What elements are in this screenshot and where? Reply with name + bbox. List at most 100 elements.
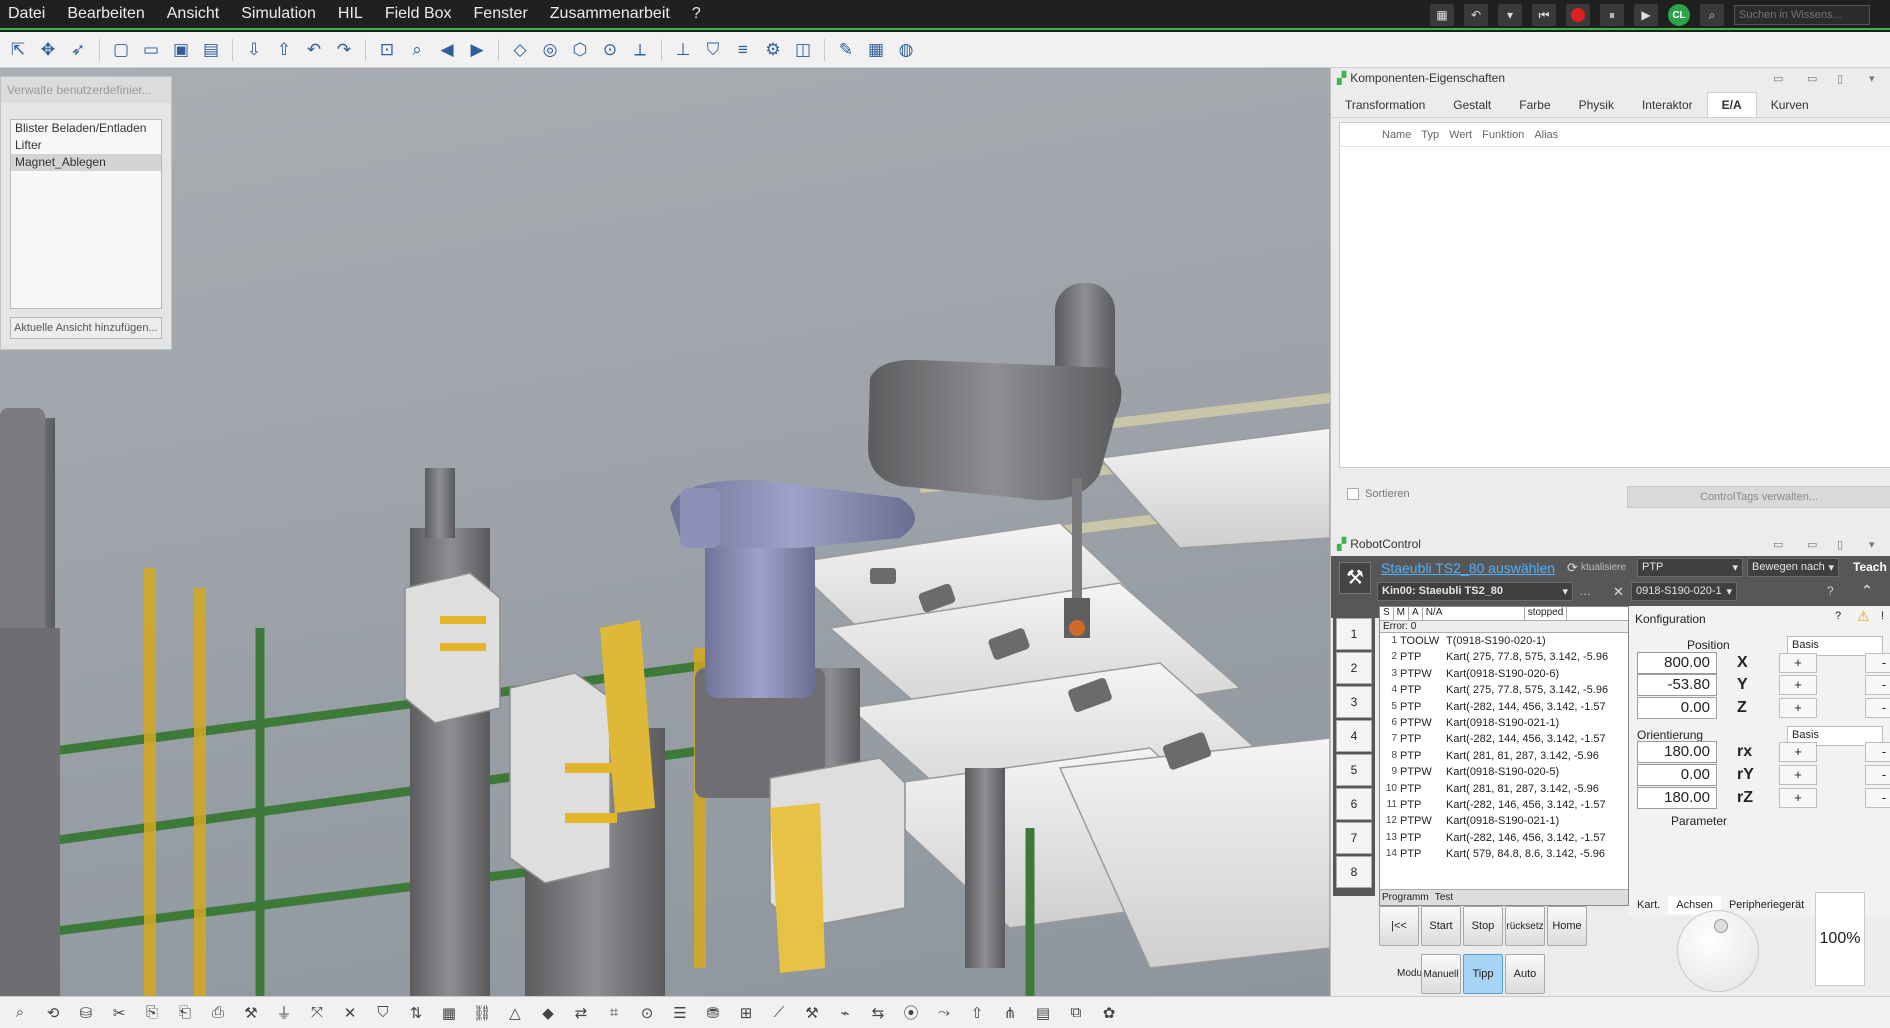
minimize-icon[interactable]: ▭ (1807, 538, 1817, 551)
stop-button[interactable]: Stop (1463, 906, 1503, 946)
bucket-icon[interactable]: ⛉ (371, 1002, 395, 1024)
redo-icon[interactable]: ↷ (332, 38, 356, 62)
axis-plus-button[interactable]: + (1779, 698, 1817, 718)
target-select[interactable]: 0918-S190-020-1 ▾ (1631, 582, 1737, 601)
align-icon[interactable]: ≡ (731, 38, 755, 62)
program-line[interactable]: 8 PTP Kart( 281, 81, 287, 3.142, -5.96 (1380, 748, 1628, 764)
skip-back-icon[interactable]: ⏮ (1532, 4, 1556, 26)
arrow-left-icon[interactable]: ◀ (435, 38, 459, 62)
manual-mode-button[interactable]: Manuell (1421, 954, 1461, 994)
more-icon[interactable]: … (1579, 584, 1591, 598)
axis-minus-button[interactable]: - (1865, 653, 1890, 673)
sort-icon[interactable]: ⇅ (404, 1002, 428, 1024)
auto-mode-button[interactable]: Auto (1505, 954, 1545, 994)
connect-icon[interactable]: ⇄ (569, 1002, 593, 1024)
transform-icon[interactable]: ⤧ (305, 1002, 329, 1024)
jog-mode-button[interactable]: Tipp (1463, 954, 1503, 994)
select-robot-link[interactable]: Staeubli TS2_80 auswählen (1381, 560, 1555, 576)
link-icon[interactable]: ⛓ (470, 1002, 494, 1024)
shield-icon[interactable]: ⛉ (701, 38, 725, 62)
undo-icon[interactable]: ↶ (302, 38, 326, 62)
layout-icon[interactable]: ▦ (1430, 4, 1454, 26)
help-icon[interactable]: ? (1835, 610, 1841, 622)
reset-button[interactable]: rücksetz (1505, 906, 1545, 946)
pick-icon[interactable]: ➶ (66, 38, 90, 62)
program-line[interactable]: 9 PTPW Kart(0918-S190-020-5) (1380, 764, 1628, 780)
axis-plus-button[interactable]: + (1779, 675, 1817, 695)
layout-icon[interactable]: ▦ (864, 38, 888, 62)
avatar[interactable]: CL (1668, 4, 1690, 26)
start-button[interactable]: Start (1421, 906, 1461, 946)
sort-toggle[interactable]: Sortieren (1347, 488, 1410, 500)
program-selector[interactable]: Programm Test (1380, 889, 1628, 905)
chart-icon[interactable]: ⟋ (767, 1002, 791, 1024)
refresh-icon[interactable]: ⟳ (1567, 560, 1578, 576)
record-button[interactable] (1566, 4, 1590, 26)
measure-icon[interactable]: ⟂ (628, 38, 652, 62)
column-type[interactable]: Typ (1421, 129, 1439, 141)
sphere-icon[interactable]: ◎ (538, 38, 562, 62)
column-function[interactable]: Funktion (1482, 129, 1524, 141)
sensor-icon[interactable]: ⦿ (899, 1002, 923, 1024)
program-line[interactable]: 13 PTP Kart(-282, 146, 456, 3.142, -1.57 (1380, 830, 1628, 846)
axis-plus-button[interactable]: + (1779, 788, 1817, 808)
menu-hil[interactable]: HIL (327, 0, 374, 29)
axis-value-field[interactable]: 0.00 (1637, 697, 1717, 719)
program-line[interactable]: 4 PTP Kart( 275, 77.8, 575, 3.142, -5.96 (1380, 682, 1628, 698)
slot-2[interactable]: 2 (1336, 652, 1372, 684)
menu-help[interactable]: ? (681, 0, 712, 29)
select-icon[interactable]: ⇱ (6, 38, 30, 62)
move-to-select[interactable]: Bewegen nach ▾ (1747, 558, 1839, 577)
chevron-down-icon[interactable]: ▾ (1498, 4, 1522, 26)
axis-value-field[interactable]: 800.00 (1637, 652, 1717, 674)
list-item[interactable]: Lifter (11, 137, 161, 154)
import-icon[interactable]: ⇩ (242, 38, 266, 62)
save-all-icon[interactable]: ▤ (199, 38, 223, 62)
box-icon[interactable]: ◇ (508, 38, 532, 62)
move-icon[interactable]: ✥ (36, 38, 60, 62)
filter-icon[interactable]: ⏚ (272, 1002, 296, 1024)
info-icon[interactable]: ! (1881, 610, 1884, 622)
zoom-icon[interactable]: ⌕ (8, 1002, 32, 1024)
tab-color[interactable]: Farbe (1505, 93, 1564, 117)
palette-icon[interactable]: ✿ (1097, 1002, 1121, 1024)
float-icon[interactable]: ▯ (1837, 538, 1843, 551)
search-input[interactable] (1734, 5, 1870, 25)
program-line[interactable]: 1 TOOLW T(0918-S190-020-1) (1380, 633, 1628, 649)
frame-icon[interactable]: ⌗ (602, 1002, 626, 1024)
db-icon[interactable]: ⛁ (74, 1002, 98, 1024)
axis-minus-button[interactable]: - (1865, 675, 1890, 695)
menu-window[interactable]: Fenster (463, 0, 539, 29)
path-icon[interactable]: ⤳ (932, 1002, 956, 1024)
drive-icon[interactable]: ⛃ (701, 1002, 725, 1024)
tab-curves[interactable]: Kurven (1757, 93, 1823, 117)
pause-icon[interactable]: ⏸ (1600, 4, 1624, 26)
dial-knob[interactable] (1714, 919, 1728, 933)
axis-value-field[interactable]: 0.00 (1637, 764, 1717, 786)
axis-plus-button[interactable]: + (1779, 742, 1817, 762)
layers-icon[interactable]: ⧉ (1064, 1002, 1088, 1024)
zoom-icon[interactable]: ⌕ (405, 38, 429, 62)
minimize-icon[interactable]: ▭ (1807, 72, 1817, 85)
axis-minus-button[interactable]: - (1865, 788, 1890, 808)
axis-icon[interactable]: ⊥ (671, 38, 695, 62)
cube-icon[interactable]: ⬡ (568, 38, 592, 62)
sort-checkbox[interactable] (1347, 488, 1359, 500)
slot-6[interactable]: 6 (1336, 788, 1372, 820)
io-icon[interactable]: ⇆ (866, 1002, 890, 1024)
slot-1[interactable]: 1 (1336, 618, 1372, 650)
tab-physics[interactable]: Physik (1565, 93, 1628, 117)
camera-icon[interactable]: ◫ (791, 38, 815, 62)
print-icon[interactable]: ⎙ (206, 1002, 230, 1024)
signal-icon[interactable]: ⌁ (833, 1002, 857, 1024)
speed-override[interactable]: 100% (1815, 892, 1865, 986)
paste-icon[interactable]: ⎗ (173, 1002, 197, 1024)
add-view-button[interactable]: Aktuelle Ansicht hinzufügen... (10, 317, 162, 339)
axis-minus-button[interactable]: - (1865, 742, 1890, 762)
program-line[interactable]: 11 PTP Kart(-282, 146, 456, 3.142, -1.57 (1380, 797, 1628, 813)
program-line[interactable]: 3 PTPW Kart(0918-S190-020-6) (1380, 666, 1628, 682)
copy-icon[interactable]: ⎘ (140, 1002, 164, 1024)
menu-collaboration[interactable]: Zusammenarbeit (539, 0, 681, 29)
gear-icon[interactable]: ⚙ (761, 38, 785, 62)
table-icon[interactable]: ⊞ (734, 1002, 758, 1024)
